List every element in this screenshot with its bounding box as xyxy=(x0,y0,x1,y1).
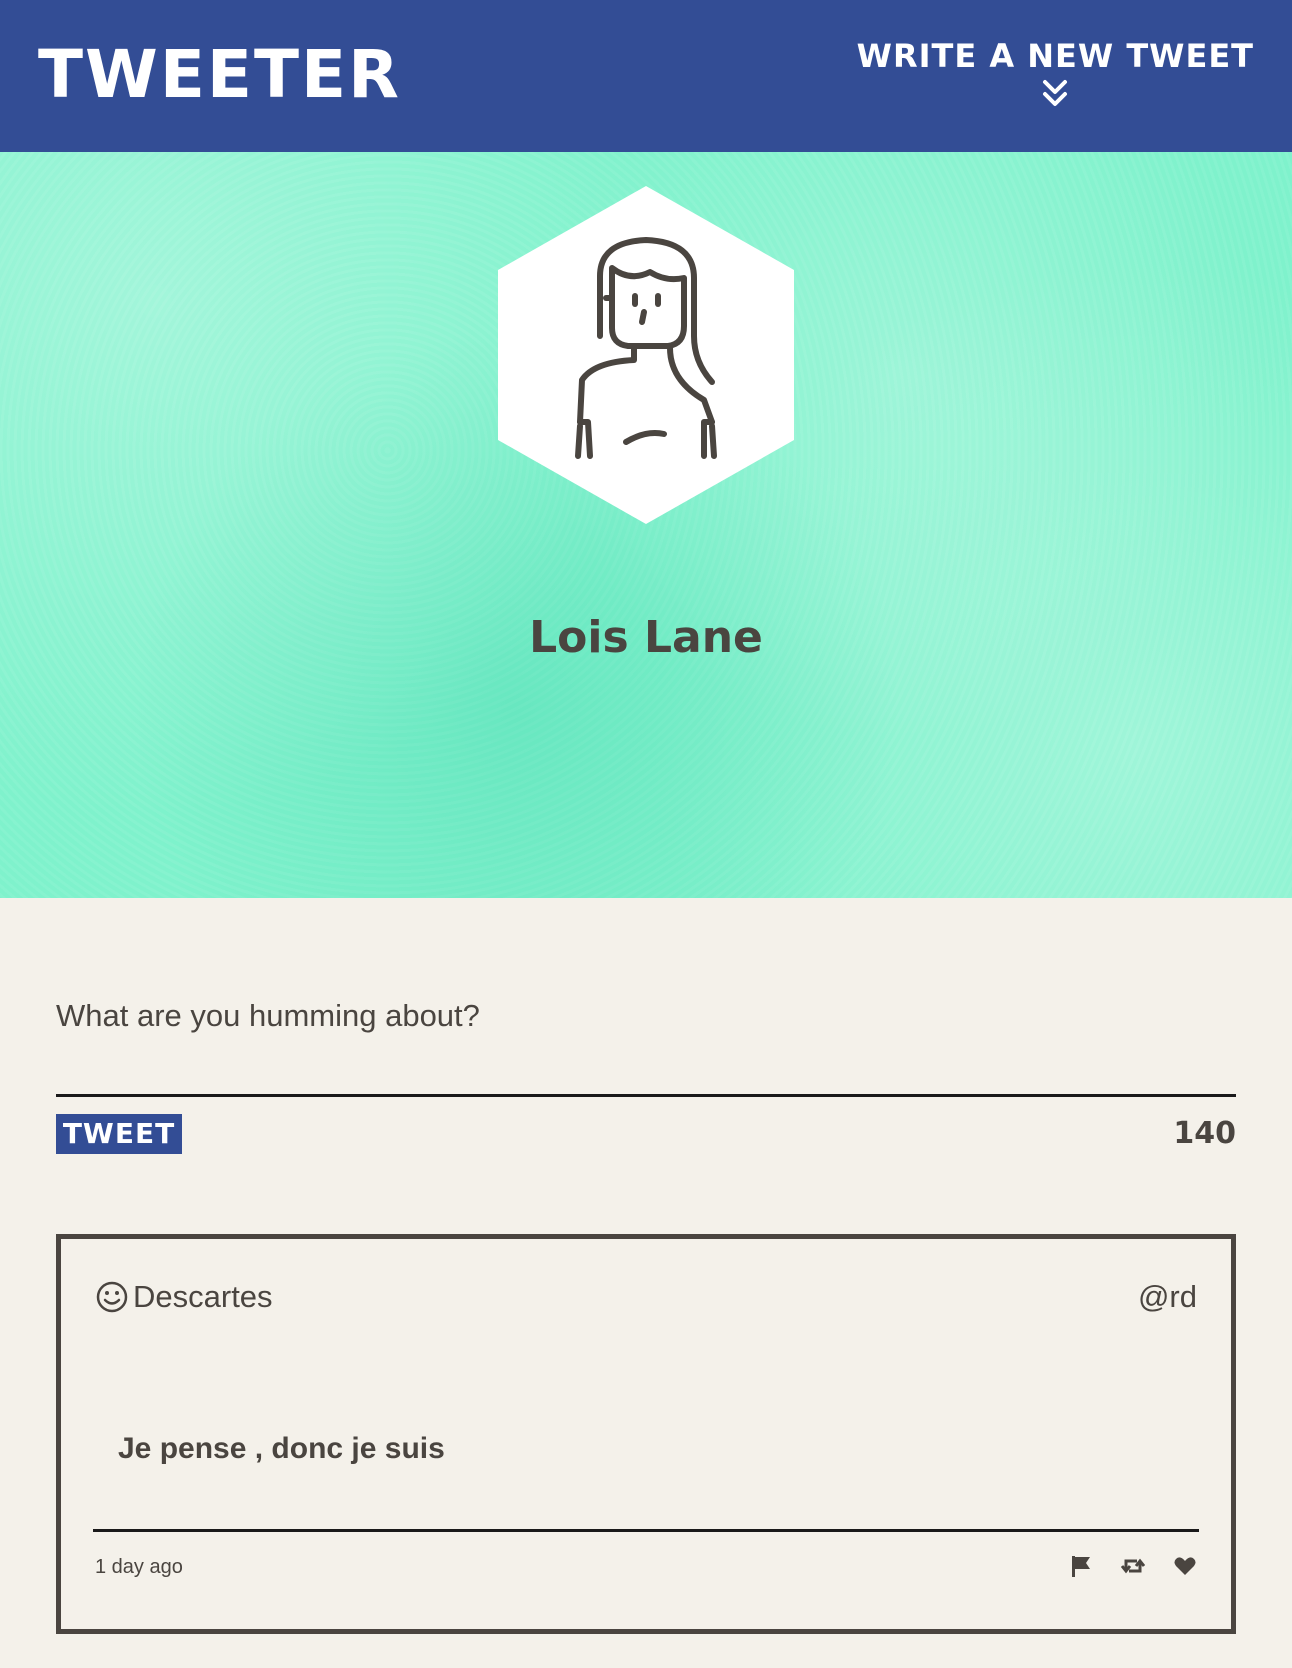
tweet-text-input[interactable] xyxy=(56,980,1236,1052)
profile-header: Lois Lane xyxy=(0,152,1292,898)
compose-form: TWEET 140 xyxy=(56,980,1236,1154)
tweet-author-name: Descartes xyxy=(133,1279,273,1314)
double-chevron-down-icon[interactable] xyxy=(1041,78,1069,110)
retweet-icon[interactable] xyxy=(1121,1553,1145,1579)
write-new-tweet-label[interactable]: WRITE A NEW TWEET xyxy=(857,36,1254,76)
tweet-text: Je pense , donc je suis xyxy=(118,1432,445,1465)
tweet-divider xyxy=(93,1529,1199,1532)
write-new-tweet-toggle[interactable]: WRITE A NEW TWEET xyxy=(857,36,1254,110)
heart-icon[interactable] xyxy=(1173,1553,1197,1579)
compose-divider xyxy=(56,1094,1236,1097)
profile-name: Lois Lane xyxy=(529,612,763,663)
top-nav: TWEETER WRITE A NEW TWEET xyxy=(0,0,1292,152)
tweet-author: Descartes xyxy=(95,1277,273,1317)
tweet-handle: @rd xyxy=(1137,1279,1197,1314)
brand-logo[interactable]: TWEETER xyxy=(38,38,401,112)
smiley-icon xyxy=(96,1281,128,1313)
tweet-actions xyxy=(1069,1553,1197,1579)
tweet-card: Descartes @rd Je pense , donc je suis 1 … xyxy=(56,1234,1236,1634)
flag-icon[interactable] xyxy=(1069,1553,1093,1579)
avatar xyxy=(498,186,794,524)
char-counter: 140 xyxy=(1173,1116,1236,1151)
tweet-submit-button[interactable]: TWEET xyxy=(56,1114,182,1154)
tweet-timestamp: 1 day ago xyxy=(95,1556,183,1578)
